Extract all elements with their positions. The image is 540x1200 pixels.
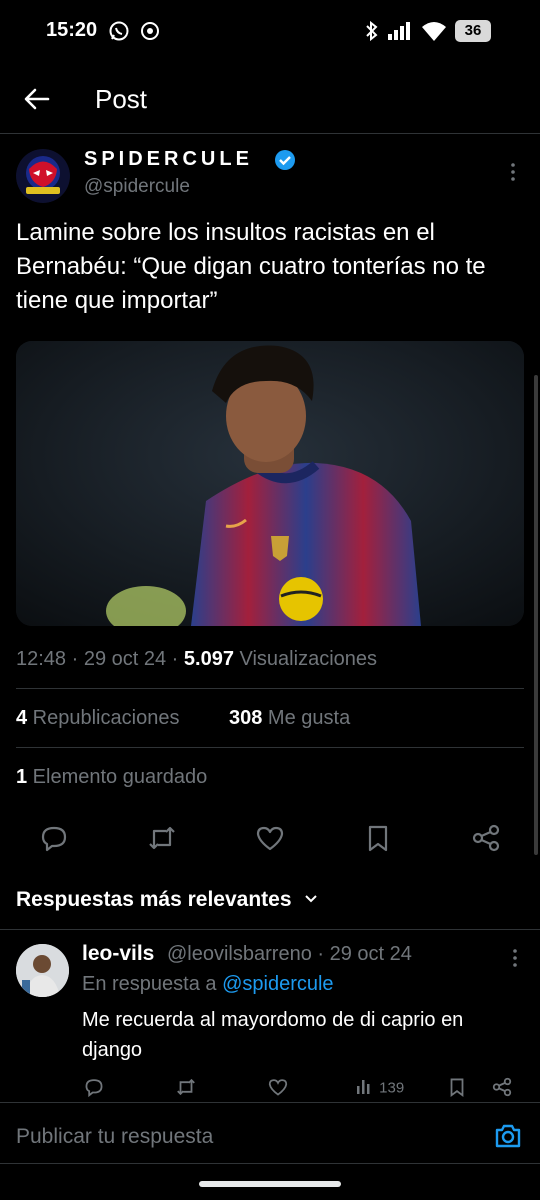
author-name[interactable]: SPIDERCULE (84, 148, 253, 171)
views-icon (355, 1076, 375, 1100)
bookmarks-stat[interactable]: 1 Elemento guardado (16, 766, 207, 789)
reply-avatar[interactable] (16, 944, 69, 997)
home-indicator[interactable] (199, 1181, 341, 1187)
reply-more-options-icon[interactable] (508, 948, 522, 973)
battery-indicator: 36 (455, 20, 491, 42)
post-text: Lamine sobre los insultos racistas en el… (16, 219, 486, 314)
post-image[interactable] (16, 341, 524, 626)
reply-views[interactable]: 139 (355, 1076, 404, 1100)
like-icon[interactable] (254, 822, 286, 854)
likes-label: Me gusta (262, 707, 351, 729)
status-time: 15:20 (46, 19, 98, 41)
battery-level: 36 (464, 22, 482, 39)
replies-sort-label: Respuestas más relevantes (16, 888, 292, 911)
reposts-label: Republicaciones (27, 707, 180, 729)
chrome-icon (139, 20, 161, 47)
top-bar: Post (0, 70, 540, 132)
avatar[interactable] (16, 149, 70, 203)
reply-like-icon[interactable] (267, 1076, 289, 1103)
replies-sort-dropdown[interactable]: Respuestas más relevantes (16, 888, 319, 912)
verified-badge-icon (274, 149, 296, 176)
reply-context: En respuesta a @spidercule (82, 973, 334, 996)
divider (16, 688, 524, 689)
reply-bookmark-icon[interactable] (446, 1076, 468, 1103)
reply-share-icon[interactable] (491, 1076, 513, 1103)
bookmarks-label: Elemento guardado (27, 766, 208, 788)
reply-author-name[interactable]: leo-vils (82, 942, 154, 966)
reposts-count: 4 (16, 707, 28, 729)
views-label: Visualizaciones (233, 648, 378, 670)
reply-icon[interactable] (38, 822, 70, 854)
status-bar: 15:20 36 (0, 0, 540, 62)
divider (16, 747, 524, 748)
reply-reply-icon[interactable] (83, 1076, 105, 1103)
back-arrow-icon[interactable] (22, 84, 52, 114)
scrollbar[interactable] (534, 375, 538, 855)
post-meta: 12:48 · 29 oct 24 · 5.097 Visualizacione… (16, 648, 377, 671)
bookmark-icon[interactable] (362, 822, 394, 854)
reply-handle-date[interactable]: @leovilsbarreno · 29 oct 24 (167, 943, 412, 966)
more-options-icon[interactable] (506, 162, 520, 187)
likes-stat[interactable]: 308 Me gusta (229, 707, 350, 730)
post-time: 12:48 · 29 oct 24 · (16, 648, 184, 670)
divider (0, 929, 540, 930)
reposts-stat[interactable]: 4 Republicaciones (16, 707, 179, 730)
bookmarks-count: 1 (16, 766, 28, 788)
reply-input-placeholder[interactable]: Publicar tu respuesta (16, 1125, 213, 1149)
likes-count: 308 (229, 707, 263, 729)
reply-views-count: 139 (379, 1079, 405, 1097)
signal-icon (387, 20, 413, 47)
reply-context-prefix: En respuesta a (82, 973, 223, 995)
author-handle[interactable]: @spidercule (84, 176, 190, 198)
whatsapp-icon (108, 20, 130, 47)
share-icon[interactable] (470, 822, 502, 854)
divider (0, 1163, 540, 1164)
reply-repost-icon[interactable] (175, 1076, 197, 1103)
repost-icon[interactable] (146, 822, 178, 854)
wifi-icon (421, 20, 447, 47)
camera-icon[interactable] (494, 1123, 522, 1154)
page-title: Post (95, 84, 148, 114)
chevron-down-icon (303, 888, 319, 912)
bluetooth-icon (364, 20, 380, 47)
reply-composer[interactable]: Publicar tu respuesta (0, 1103, 540, 1167)
views-count: 5.097 (183, 648, 234, 670)
reply-text: Me recuerda al mayordomo de di caprio en… (82, 1009, 464, 1061)
reply-context-handle-link[interactable]: @spidercule (222, 973, 333, 995)
divider (0, 133, 540, 134)
